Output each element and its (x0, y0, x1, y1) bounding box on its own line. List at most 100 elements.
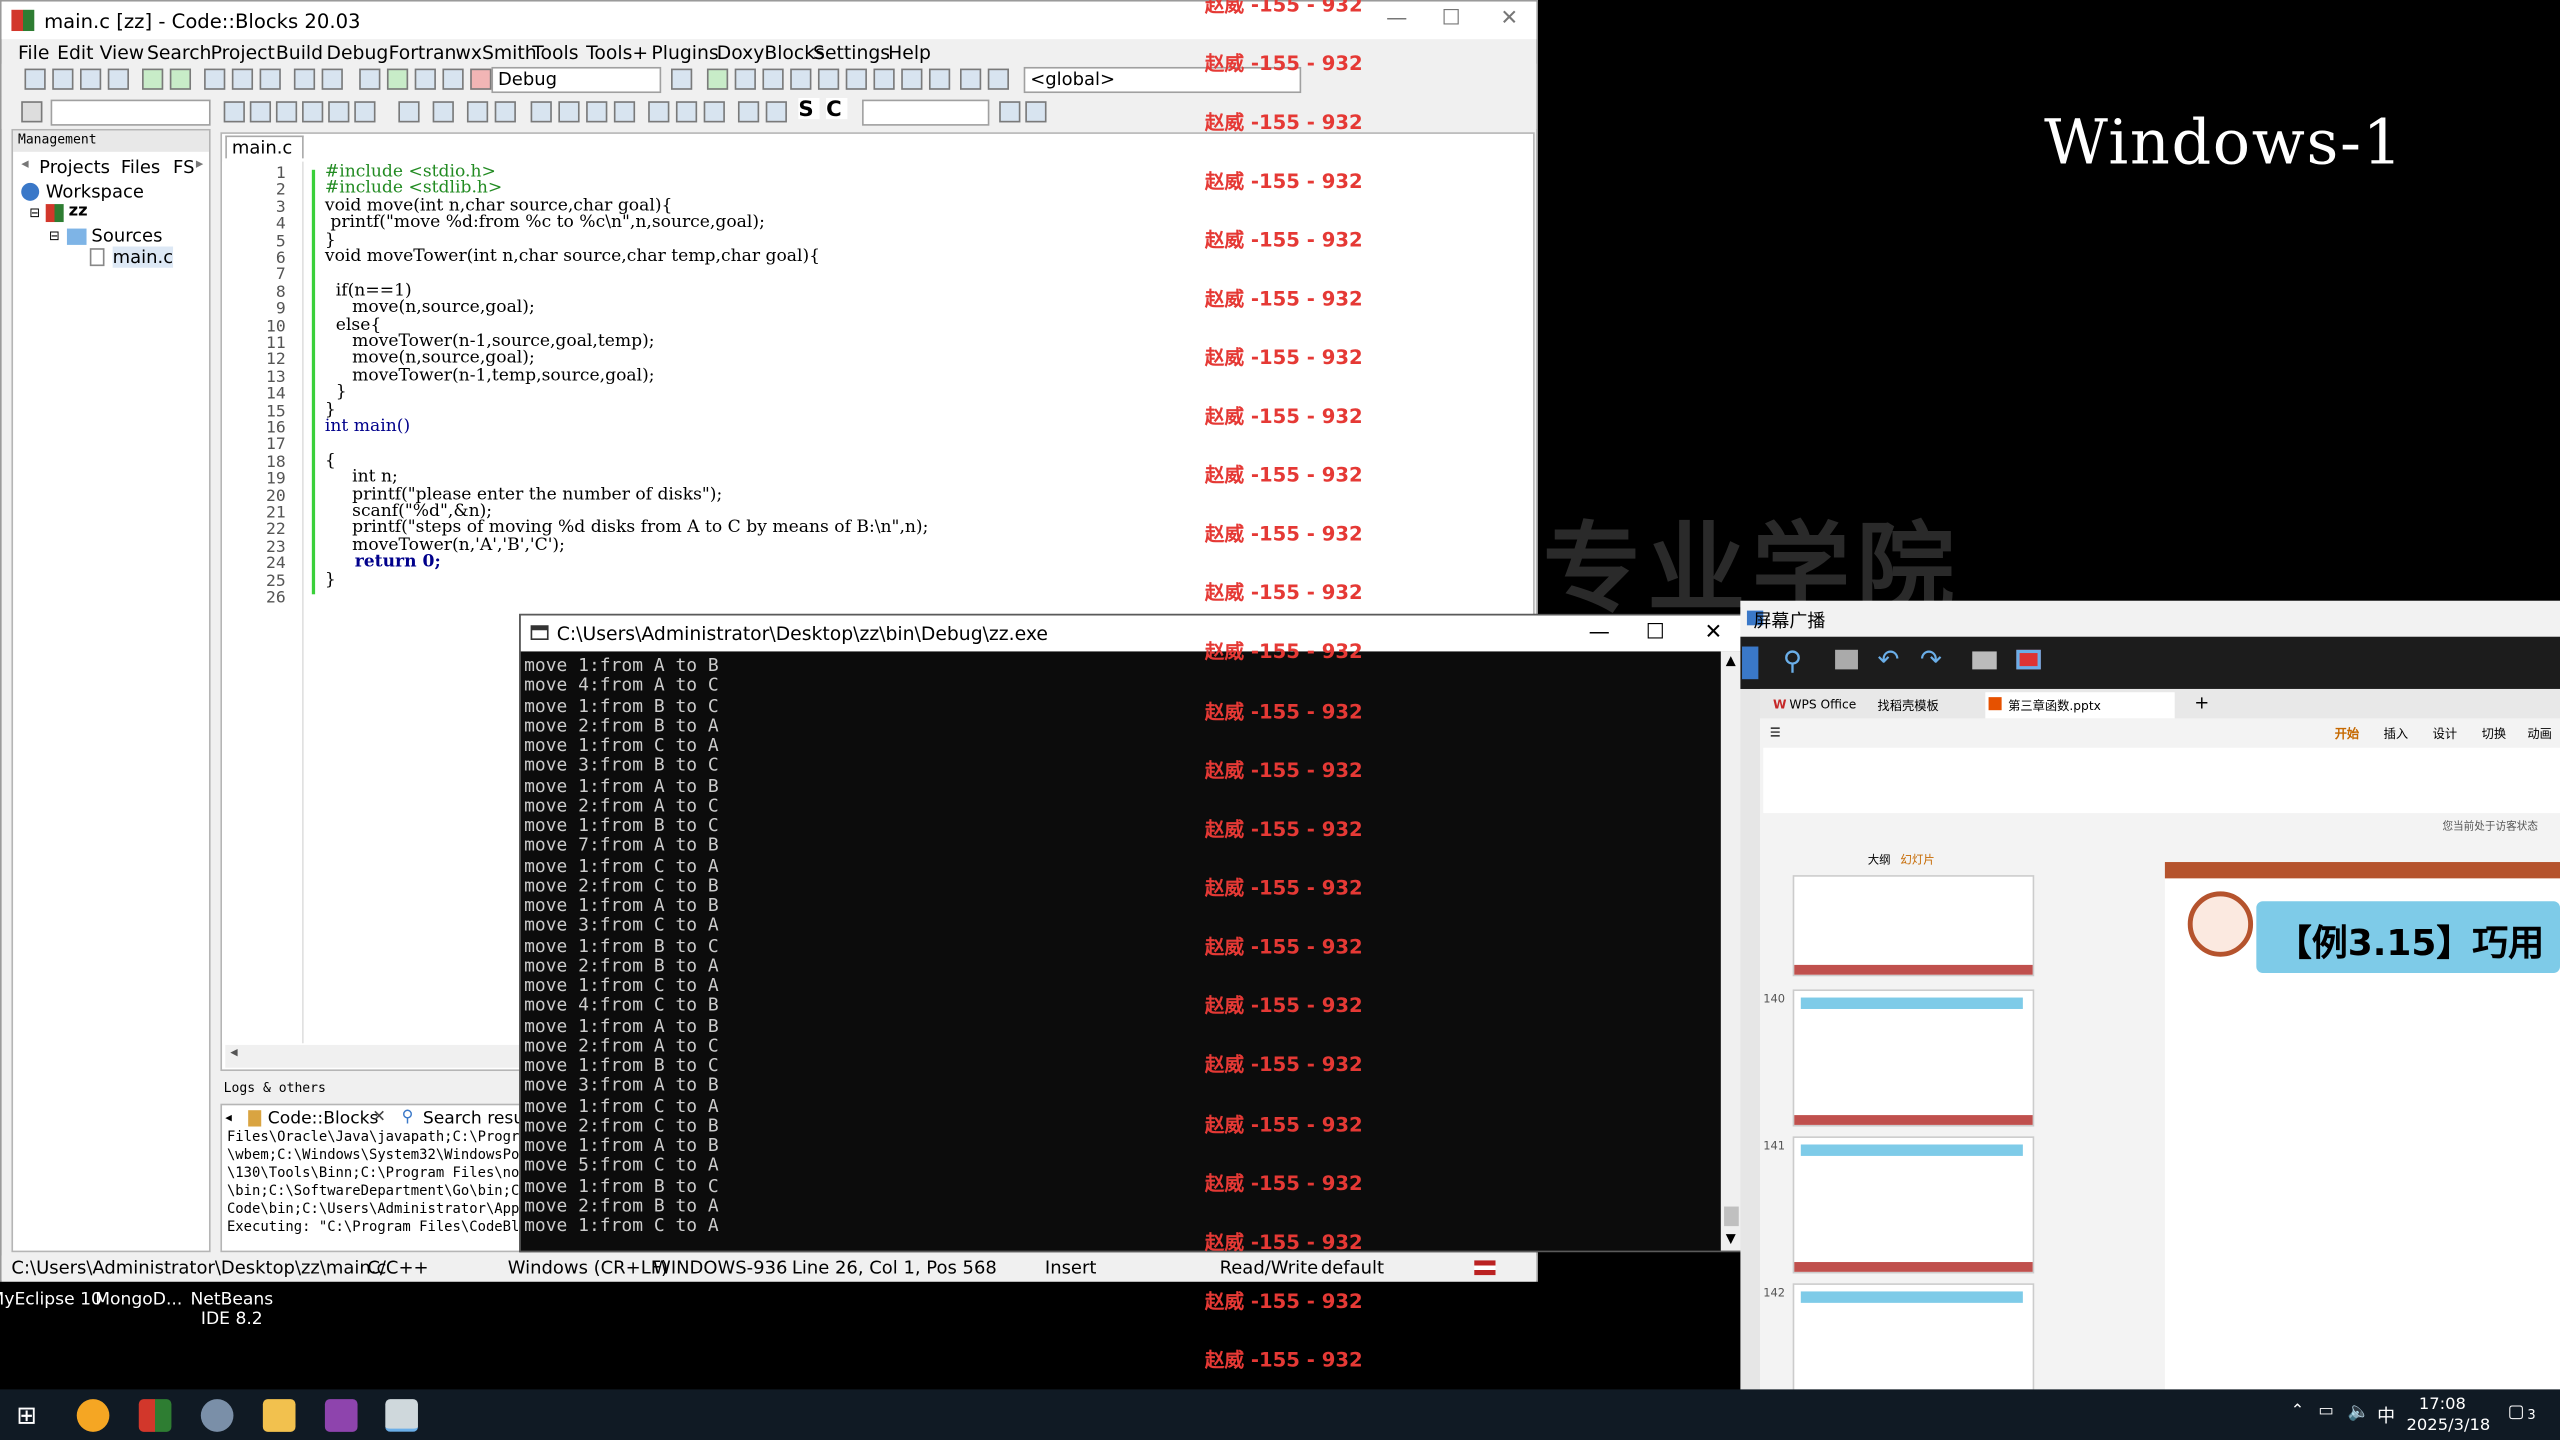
tree-workspace[interactable]: Workspace (46, 181, 144, 202)
slide-thumbnail[interactable] (1792, 875, 2035, 977)
build-target-select[interactable]: Debug (491, 66, 662, 94)
screen-icon[interactable] (1835, 649, 1858, 670)
menu-icon[interactable]: ☰ (1770, 725, 1781, 740)
diagram-c-icon[interactable] (530, 101, 552, 123)
desktop-icon-netbeans[interactable]: NetBeans IDE 8.2 (175, 1290, 289, 1329)
debug-windows-icon[interactable] (959, 68, 982, 90)
paste-icon[interactable] (259, 68, 281, 90)
broadcast-taskbar-icon[interactable] (324, 1399, 358, 1432)
console-maximize-button[interactable]: ☐ (1646, 620, 1665, 644)
next-instruction-icon[interactable] (845, 68, 867, 90)
build-icon[interactable] (359, 68, 381, 90)
new-file-icon[interactable] (24, 68, 46, 90)
editor-tab-main-c[interactable]: main.c ✕ (225, 135, 304, 180)
c-icon[interactable]: C (826, 97, 848, 122)
menu-tools-plus[interactable]: Tools+ (586, 41, 648, 64)
cut-icon[interactable] (204, 68, 226, 90)
open-icon[interactable] (52, 68, 74, 90)
console-minimize-button[interactable]: — (1589, 620, 1610, 644)
console-scrollbar[interactable]: ▲ ▼ (1720, 651, 1743, 1251)
log-tab-close-icon[interactable]: ✕ (372, 1109, 386, 1127)
replace-icon[interactable] (321, 68, 343, 90)
menu-view[interactable]: View (100, 41, 145, 64)
step-instruction-icon[interactable] (873, 68, 895, 90)
scroll-down-icon[interactable]: ▼ (1726, 1231, 1736, 1246)
copy-icon[interactable] (231, 68, 254, 90)
ribbon-tab-animation[interactable]: 动画 (2527, 725, 2551, 743)
tree-sources[interactable]: Sources (91, 225, 162, 246)
volume-icon[interactable]: 🔈 (2348, 1401, 2370, 1422)
match-case-icon[interactable] (328, 101, 350, 123)
ime-indicator[interactable]: 中 (2377, 1402, 2395, 1428)
diagram-h-icon[interactable] (675, 101, 698, 123)
zoom-in-icon[interactable] (737, 101, 760, 123)
s-icon[interactable]: S (798, 97, 820, 122)
slide-canvas[interactable]: 【例3.15】巧用 (2164, 862, 2560, 1392)
search-icon[interactable] (999, 101, 1021, 123)
wps-tab-template[interactable]: 找稻壳模板 (1878, 697, 1939, 715)
tab-codeblocks-log[interactable]: Code::Blocks (268, 1109, 379, 1129)
tray-chevron-icon[interactable]: ⌃ (2291, 1402, 2305, 1420)
menu-settings[interactable]: Settings (813, 41, 890, 64)
new-tab-icon[interactable]: + (2194, 692, 2209, 713)
diagram-i-icon[interactable] (703, 101, 725, 123)
undo-icon[interactable] (142, 68, 164, 90)
menu-help[interactable]: Help (888, 41, 931, 64)
diagram-f-icon[interactable] (613, 101, 636, 123)
redo-broadcast-icon[interactable]: ↷ (1920, 643, 1942, 674)
camera-icon[interactable] (1972, 651, 1997, 670)
menu-file[interactable]: File (18, 41, 49, 64)
abort-icon[interactable] (470, 68, 492, 90)
build-run-icon[interactable] (414, 68, 436, 90)
menu-tools[interactable]: Tools (532, 41, 578, 64)
stop-debugger-icon[interactable] (928, 68, 951, 90)
tab-search-results[interactable]: Search results (423, 1109, 529, 1129)
diagram-d-icon[interactable] (558, 101, 580, 123)
regex-icon[interactable] (354, 101, 376, 123)
codeblocks-taskbar-icon[interactable] (138, 1399, 172, 1432)
various-info-icon[interactable] (987, 68, 1009, 90)
next-line-icon[interactable] (762, 68, 784, 90)
symbol-search-input[interactable] (50, 99, 211, 126)
collapse-icon[interactable]: ⊟ (29, 206, 40, 221)
slide-thumbnail[interactable] (1792, 989, 2035, 1127)
diagram-b-icon[interactable] (494, 101, 516, 123)
rect-icon[interactable] (432, 101, 454, 123)
slide-thumbnail[interactable] (1792, 1283, 2035, 1392)
tree-project-zz[interactable]: zz (69, 202, 88, 220)
selected-text-icon[interactable] (302, 101, 324, 123)
run-to-cursor-icon[interactable] (734, 68, 756, 90)
record-icon[interactable] (2016, 649, 2041, 670)
start-icon[interactable]: ⊞ (16, 1401, 37, 1430)
debug-start-icon[interactable] (706, 68, 729, 90)
pointer-icon[interactable] (398, 101, 420, 123)
close-button[interactable]: ✕ (1500, 7, 1518, 31)
zoom-icon[interactable]: ⚲ (1783, 645, 1802, 676)
tree-main-c[interactable]: main.c (112, 246, 174, 268)
menu-wxsmith[interactable]: wxSmith (456, 41, 537, 64)
redo-icon[interactable] (169, 68, 192, 90)
highlight-icon[interactable] (275, 101, 298, 123)
step-into-icon[interactable] (790, 68, 812, 90)
ribbon-tab-insert[interactable]: 插入 (2384, 725, 2408, 743)
run-icon[interactable] (386, 68, 409, 90)
menu-search[interactable]: Search (147, 41, 212, 64)
console-taskbar-icon[interactable] (385, 1399, 418, 1432)
menu-plugins[interactable]: Plugins (651, 41, 718, 64)
minimize-button[interactable]: — (1386, 7, 1407, 31)
forward-icon[interactable] (249, 101, 272, 123)
tab-files[interactable]: Files (121, 157, 160, 178)
save-icon[interactable] (79, 68, 102, 90)
zoom-out-icon[interactable] (765, 101, 787, 123)
settings-icon[interactable] (1025, 101, 1047, 123)
taskbar-app-icon[interactable] (76, 1399, 110, 1432)
find-icon[interactable] (293, 68, 316, 90)
clear-icon[interactable] (21, 101, 43, 123)
diagram-a-icon[interactable] (466, 101, 489, 123)
notification-icon[interactable]: ▢ (2508, 1401, 2525, 1422)
break-icon[interactable] (901, 68, 923, 90)
tab-fs[interactable]: FS (173, 157, 194, 178)
clock[interactable]: 17:08 2025/3/18 (2407, 1394, 2491, 1436)
ribbon-tab-start[interactable]: 开始 (2335, 725, 2359, 743)
tab-scroll-left-icon[interactable]: ◂ (21, 157, 28, 173)
